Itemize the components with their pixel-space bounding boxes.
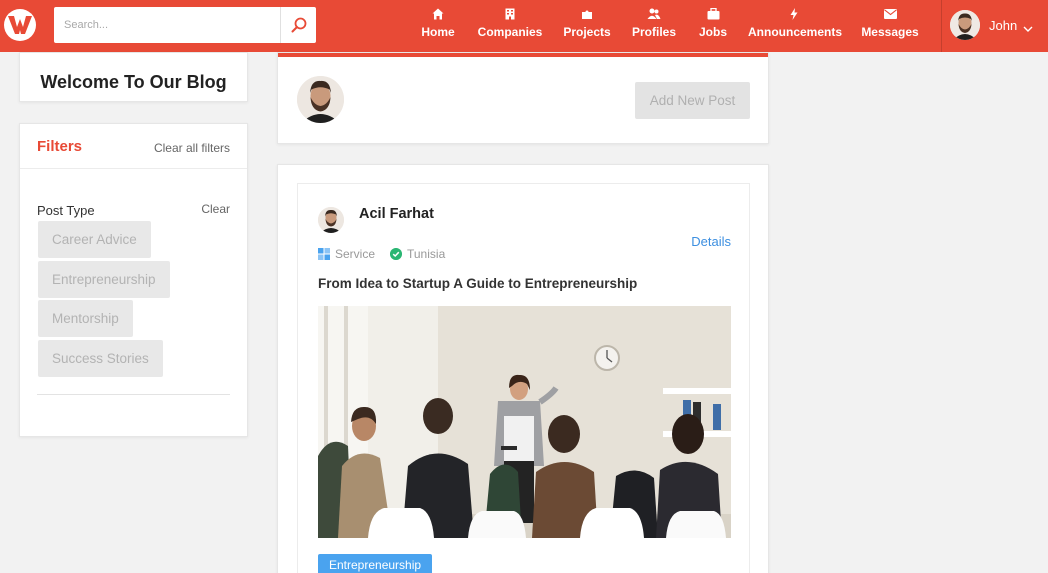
divider	[37, 394, 230, 395]
search-box	[54, 7, 316, 43]
accent-bar	[278, 53, 768, 57]
post-title[interactable]: From Idea to Startup A Guide to Entrepre…	[318, 276, 637, 291]
building-icon	[477, 8, 543, 24]
post-type-label: Post Type	[37, 203, 95, 218]
nav-profiles[interactable]: Profiles	[631, 6, 677, 46]
post-details-link[interactable]: Details	[691, 234, 731, 249]
home-icon	[420, 8, 456, 24]
blog-title: Welcome To Our Blog	[40, 72, 227, 92]
add-new-post-button[interactable]: Add New Post	[635, 82, 750, 119]
logo-icon[interactable]	[4, 9, 36, 41]
chevron-down-icon	[1023, 20, 1033, 38]
user-name: John	[989, 18, 1018, 33]
top-navbar: Home Companies Projects Profiles Jobs An…	[0, 0, 1048, 52]
nav-companies-label: Companies	[477, 25, 543, 39]
post-location: Tunisia	[407, 247, 446, 261]
author-avatar	[318, 207, 344, 233]
post-category: Service	[335, 247, 376, 261]
search-button[interactable]	[280, 7, 316, 43]
briefcase-icon	[697, 7, 729, 24]
post-feed: Acil Farhat Details Service Tunisia From…	[277, 164, 769, 573]
filters-panel: Filters Clear all filters Post Type Clea…	[19, 123, 248, 437]
post-type-clear-link[interactable]: Clear	[201, 202, 230, 216]
filter-chip-career-advice[interactable]: Career Advice	[38, 221, 151, 258]
nav-announcements-label: Announcements	[748, 25, 843, 39]
nav-projects[interactable]: Projects	[563, 6, 611, 46]
nav-divider	[941, 0, 942, 52]
nav-home-label: Home	[421, 25, 455, 39]
filter-chip-entrepreneurship[interactable]: Entrepreneurship	[38, 261, 170, 298]
filter-chip-success-stories[interactable]: Success Stories	[38, 340, 163, 377]
nav-announcements[interactable]: Announcements	[748, 6, 843, 46]
users-icon	[631, 8, 677, 24]
verified-check-icon	[390, 248, 402, 260]
nav-messages-label: Messages	[861, 25, 919, 39]
filters-header: Filters Clear all filters	[20, 124, 247, 169]
nav-projects-label: Projects	[563, 25, 611, 39]
post-tag[interactable]: Entrepreneurship	[318, 554, 433, 573]
filters-title: Filters	[37, 138, 83, 155]
post-author[interactable]: Acil Farhat	[359, 206, 434, 222]
nav-profiles-label: Profiles	[631, 25, 676, 39]
service-icon	[318, 248, 330, 260]
post-image[interactable]	[318, 306, 731, 538]
envelope-icon	[861, 8, 919, 24]
nav-messages[interactable]: Messages	[861, 6, 919, 46]
puzzle-icon	[563, 8, 611, 24]
nav-jobs[interactable]: Jobs	[697, 6, 729, 46]
nav-jobs-label: Jobs	[698, 25, 727, 39]
search-icon	[291, 17, 307, 33]
post-card: Acil Farhat Details Service Tunisia From…	[297, 183, 750, 573]
search-input[interactable]	[54, 7, 280, 43]
filter-chip-mentorship[interactable]: Mentorship	[38, 300, 133, 337]
welcome-card: Welcome To Our Blog	[19, 52, 248, 102]
avatar	[297, 76, 344, 123]
nav-companies[interactable]: Companies	[477, 6, 543, 46]
bolt-icon	[748, 8, 840, 24]
nav-home[interactable]: Home	[420, 6, 456, 46]
clear-all-filters-link[interactable]: Clear all filters	[154, 141, 230, 155]
avatar	[950, 10, 980, 40]
new-post-card: Add New Post	[277, 52, 769, 144]
